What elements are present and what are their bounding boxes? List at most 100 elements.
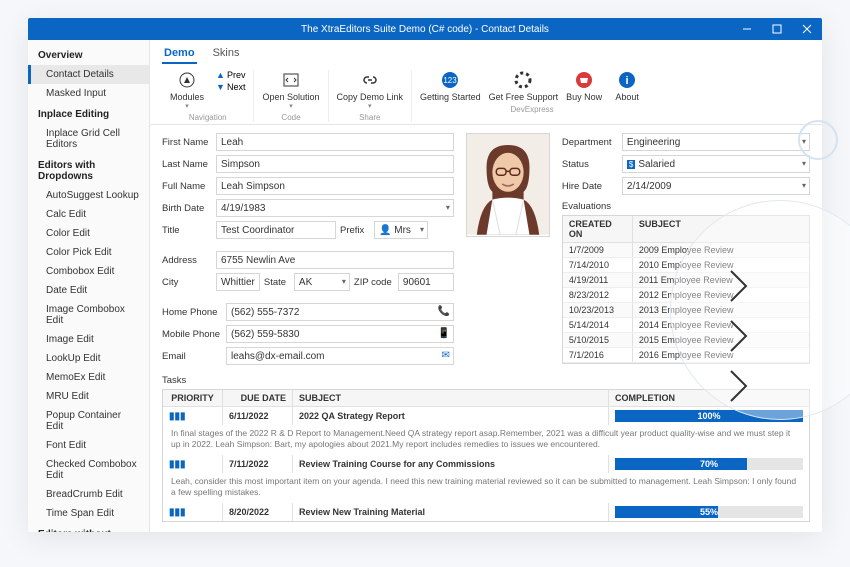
full-name-label: Full Name — [162, 181, 216, 192]
sidebar-item[interactable]: BreadCrumb Edit — [28, 485, 149, 504]
sidebar-category: Editors with Dropdowns — [28, 154, 149, 186]
hire-date-input[interactable]: 2/14/2009▾ — [622, 177, 810, 195]
sidebar-item[interactable]: Font Edit — [28, 436, 149, 455]
department-input[interactable]: Engineering▾ — [622, 133, 810, 151]
minimize-button[interactable] — [732, 18, 762, 40]
col-subject[interactable]: SUBJECT — [293, 390, 609, 406]
group-label: Code — [281, 113, 300, 122]
about-button[interactable]: i About — [610, 70, 644, 102]
full-name-input[interactable]: Leah Simpson — [216, 177, 454, 195]
city-input[interactable]: Whittier — [216, 273, 260, 291]
sidebar: OverviewContact DetailsMasked InputInpla… — [28, 40, 150, 532]
mobile-phone-input[interactable]: (562) 559-5830📱 — [226, 325, 454, 343]
sidebar-item[interactable]: Color Pick Edit — [28, 243, 149, 262]
sidebar-item[interactable]: Image Edit — [28, 330, 149, 349]
title-input[interactable]: Test Coordinator — [216, 221, 336, 239]
table-row[interactable]: 5/14/20142014 Employee Review — [563, 318, 809, 333]
chevron-down-icon[interactable]: ▾ — [342, 277, 346, 286]
modules-button[interactable]: Modules▾ — [170, 70, 204, 110]
link-icon — [360, 70, 380, 90]
col-completion[interactable]: COMPLETION — [609, 390, 809, 406]
contact-photo[interactable] — [466, 133, 550, 237]
mobile-icon[interactable]: 📱 — [437, 328, 449, 339]
steps-icon: 123 — [440, 70, 460, 90]
copy-link-button[interactable]: Copy Demo Link▾ — [337, 70, 404, 110]
first-name-label: First Name — [162, 137, 216, 148]
cart-icon — [574, 70, 594, 90]
sidebar-category: Inplace Editing — [28, 103, 149, 124]
table-row[interactable]: ▮▮▮7/11/2022Review Training Course for a… — [163, 455, 809, 473]
task-note: Leah, consider this most important item … — [163, 473, 809, 503]
table-row[interactable]: 10/23/20132013 Employee Review — [563, 303, 809, 318]
email-input[interactable]: leahs@dx-email.com✉ — [226, 347, 454, 365]
home-phone-input[interactable]: (562) 555-7372📞 — [226, 303, 454, 321]
department-label: Department — [562, 137, 622, 148]
tasks-title: Tasks — [162, 375, 810, 386]
state-label: State — [264, 273, 290, 291]
col-subject[interactable]: SUBJECT — [633, 216, 809, 242]
sidebar-item[interactable]: MRU Edit — [28, 387, 149, 406]
table-row[interactable]: 8/23/20122012 Employee Review — [563, 288, 809, 303]
table-row[interactable]: 1/7/20092009 Employee Review — [563, 243, 809, 258]
maximize-button[interactable] — [762, 18, 792, 40]
last-name-input[interactable]: Simpson — [216, 155, 454, 173]
next-button[interactable]: ▼ Next — [216, 82, 245, 92]
support-icon — [513, 70, 533, 90]
col-priority[interactable]: PRIORITY — [163, 390, 223, 406]
sidebar-item[interactable]: Checked Combobox Edit — [28, 455, 149, 485]
sidebar-item[interactable]: Time Span Edit — [28, 504, 149, 523]
city-label: City — [162, 277, 216, 288]
table-row[interactable]: ▮▮▮6/11/20222022 QA Strategy Report100% — [163, 407, 809, 425]
sidebar-item[interactable]: LookUp Edit — [28, 349, 149, 368]
get-support-button[interactable]: Get Free Support — [489, 70, 559, 102]
compass-icon — [177, 70, 197, 90]
zip-input[interactable]: 90601 — [398, 273, 454, 291]
sidebar-item[interactable]: Inplace Grid Cell Editors — [28, 124, 149, 154]
address-input[interactable]: 6755 Newlin Ave — [216, 251, 454, 269]
open-solution-button[interactable]: Open Solution▾ — [262, 70, 319, 110]
sidebar-item[interactable]: Image Combobox Edit — [28, 300, 149, 330]
window-title: The XtraEditors Suite Demo (C# code) - C… — [28, 24, 822, 35]
birth-date-input[interactable]: 4/19/1983▾ — [216, 199, 454, 217]
sidebar-item[interactable]: Date Edit — [28, 281, 149, 300]
chevron-down-icon[interactable]: ▾ — [446, 203, 450, 212]
chevron-down-icon[interactable]: ▾ — [420, 225, 424, 234]
sidebar-item[interactable]: MemoEx Edit — [28, 368, 149, 387]
prev-button[interactable]: ▲ Prev — [216, 70, 245, 80]
chevron-down-icon[interactable]: ▾ — [802, 137, 806, 146]
sidebar-item[interactable]: Combobox Edit — [28, 262, 149, 281]
table-row[interactable]: 7/1/20162016 Employee Review — [563, 348, 809, 363]
sidebar-item[interactable]: Popup Container Edit — [28, 406, 149, 436]
chevron-down-icon[interactable]: ▾ — [802, 181, 806, 190]
mail-icon[interactable]: ✉ — [442, 350, 450, 361]
table-row[interactable]: 4/19/20112011 Employee Review — [563, 273, 809, 288]
tab[interactable]: Demo — [162, 44, 197, 64]
table-row[interactable]: 7/14/20102010 Employee Review — [563, 258, 809, 273]
group-label: DevExpress — [511, 105, 554, 114]
sidebar-item[interactable]: Masked Input — [28, 84, 149, 103]
status-label: Status — [562, 159, 622, 170]
status-input[interactable]: $Salaried▾ — [622, 155, 810, 173]
sidebar-item[interactable]: Color Edit — [28, 224, 149, 243]
prefix-input[interactable]: 👤 Mrs▾ — [374, 221, 428, 239]
task-note: In final stages of the 2022 R & D Report… — [163, 425, 809, 455]
state-input[interactable]: AK▾ — [294, 273, 350, 291]
mobile-phone-label: Mobile Phone — [162, 329, 226, 340]
buy-now-button[interactable]: Buy Now — [566, 70, 602, 102]
main-tabs: Demo Skins — [150, 40, 822, 64]
sidebar-item[interactable]: Contact Details — [28, 65, 149, 84]
getting-started-button[interactable]: 123 Getting Started — [420, 70, 481, 102]
close-button[interactable] — [792, 18, 822, 40]
chevron-down-icon: ▾ — [368, 102, 372, 110]
first-name-input[interactable]: Leah — [216, 133, 454, 151]
progress-bar: 100% — [615, 410, 803, 422]
sidebar-item[interactable]: AutoSuggest Lookup — [28, 186, 149, 205]
table-row[interactable]: 5/10/20152015 Employee Review — [563, 333, 809, 348]
chevron-down-icon[interactable]: ▾ — [802, 159, 806, 168]
col-due-date[interactable]: DUE DATE — [223, 390, 293, 406]
col-created-on[interactable]: CREATED ON — [563, 216, 633, 242]
phone-icon[interactable]: 📞 — [437, 306, 449, 317]
table-row[interactable]: ▮▮▮8/20/2022Review New Training Material… — [163, 503, 809, 521]
sidebar-item[interactable]: Calc Edit — [28, 205, 149, 224]
tab[interactable]: Skins — [211, 44, 242, 64]
